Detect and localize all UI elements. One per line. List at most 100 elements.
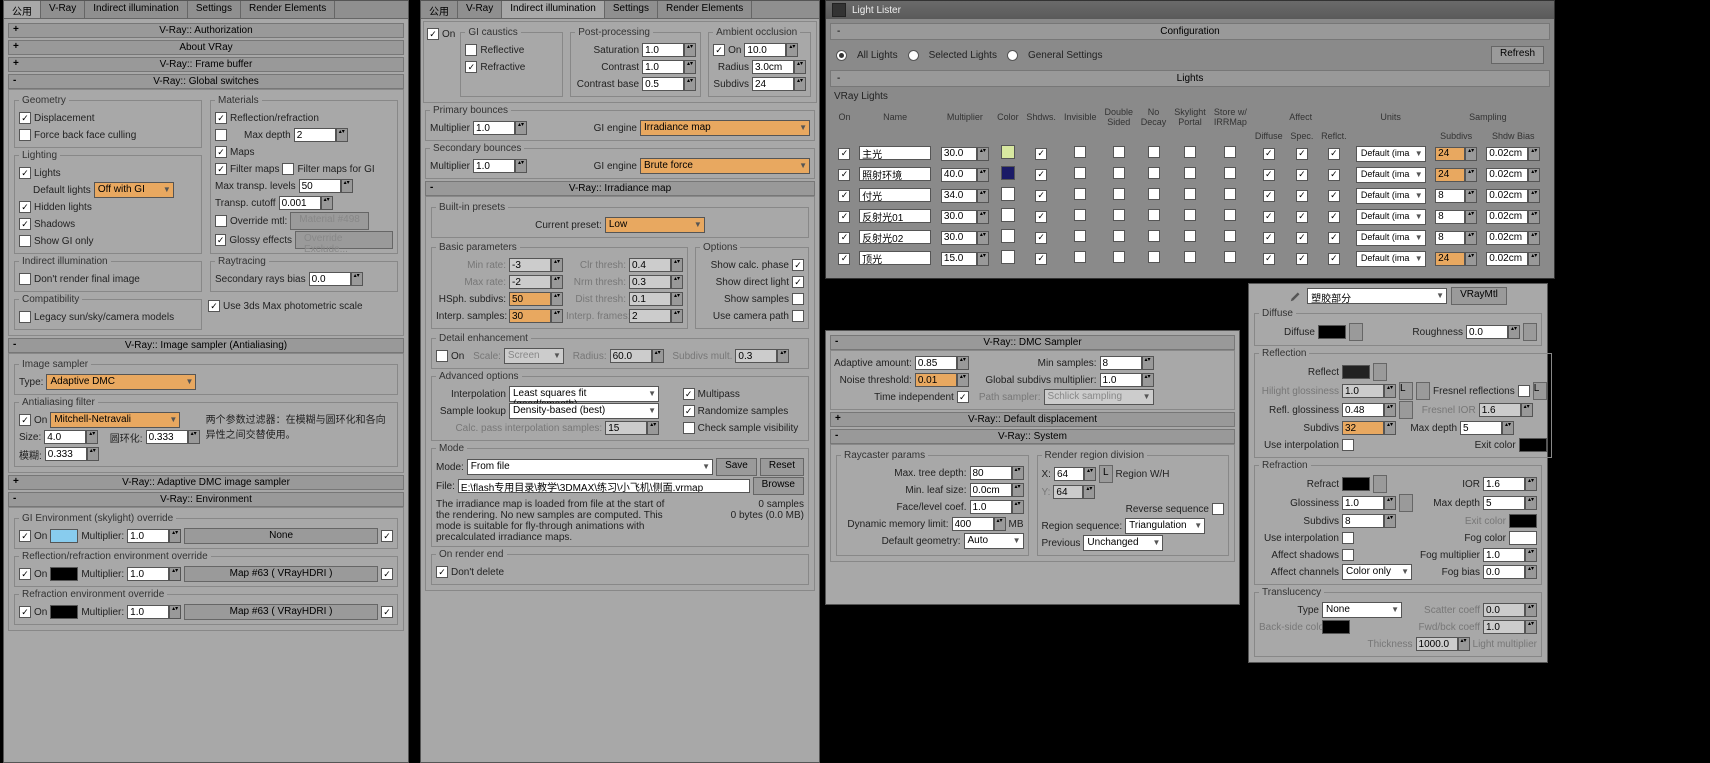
roll-about[interactable]: +About VRay (8, 40, 404, 55)
sw-light-color[interactable] (1001, 250, 1015, 264)
sw-diffuse[interactable] (1318, 325, 1346, 339)
dd-rseq[interactable]: Triangulation (1125, 518, 1205, 534)
roll-irr[interactable]: -V-Ray:: Irradiance map (425, 181, 815, 196)
chk-disp[interactable] (19, 112, 31, 124)
dd-units[interactable]: Default (ima (1356, 167, 1426, 183)
tab-common[interactable]: 公用 (4, 1, 41, 18)
chk-light-on[interactable] (838, 148, 850, 160)
radio-sel-lights[interactable] (908, 50, 919, 61)
roll-env[interactable]: -V-Ray:: Environment (8, 492, 404, 507)
chk-sdl[interactable] (792, 276, 804, 288)
chk-light-on[interactable] (838, 253, 850, 265)
chk-rfenv-map[interactable] (381, 606, 393, 618)
chk-scp[interactable] (792, 259, 804, 271)
in-light-name[interactable] (859, 230, 931, 244)
btn-gienv-map[interactable]: None (184, 528, 378, 544)
btn-reset[interactable]: Reset (760, 458, 804, 476)
dd-tltype[interactable]: None (1322, 602, 1402, 618)
in-blur[interactable] (45, 447, 87, 461)
chk-ti[interactable] (957, 391, 969, 403)
chk-gic-refr[interactable] (465, 61, 477, 73)
btn-refresh[interactable]: Refresh (1491, 46, 1544, 64)
dd-units[interactable]: Default (ima (1356, 188, 1426, 204)
dd-prev[interactable]: Unchanged (1083, 535, 1163, 551)
chk-fr[interactable] (1518, 385, 1530, 397)
chk-maps[interactable] (215, 146, 227, 158)
eyedropper-icon[interactable] (1289, 289, 1303, 303)
in-light-name[interactable] (859, 167, 931, 181)
roll-auth[interactable]: +V-Ray:: Authorization (8, 23, 404, 38)
chk-light-on[interactable] (838, 190, 850, 202)
sw-light-color[interactable] (1001, 208, 1015, 222)
chk-fmaps[interactable] (215, 163, 227, 175)
in-light-name[interactable] (859, 188, 931, 202)
dd-samplertype[interactable]: Adaptive DMC (46, 374, 196, 390)
btn-save[interactable]: Save (716, 458, 757, 476)
dd-units[interactable]: Default (ima (1356, 251, 1426, 267)
chk-fbfc[interactable] (19, 129, 31, 141)
chk-rfenv-on[interactable] (19, 606, 31, 618)
chk-ao-on[interactable] (713, 44, 725, 56)
chk-on[interactable] (427, 28, 439, 40)
in-rfenv-m[interactable] (127, 605, 169, 619)
chk-gienv-on[interactable] (19, 530, 31, 542)
btn-lock-hg[interactable]: L (1399, 382, 1413, 400)
chk-shadows[interactable] (19, 218, 31, 230)
sw-rfenv[interactable] (50, 605, 78, 619)
chk-light-on[interactable] (838, 169, 850, 181)
sw-ec[interactable] (1519, 438, 1547, 452)
btn-browse[interactable]: Browse (753, 477, 804, 495)
dd-units[interactable]: Default (ima (1356, 230, 1426, 246)
dd-gie2[interactable]: Brute force (640, 158, 810, 174)
chk-light-on[interactable] (838, 232, 850, 244)
roll-fb[interactable]: +V-Ray:: Frame buffer (8, 57, 404, 72)
chk-renv-on[interactable] (19, 568, 31, 580)
chk-reflrefr[interactable] (215, 112, 227, 124)
in-ring[interactable] (146, 430, 188, 444)
sw-light-color[interactable] (1001, 166, 1015, 180)
radio-all-lights[interactable] (836, 50, 847, 61)
dd-af[interactable]: Mitchell-Netravali (50, 412, 180, 428)
dd-units[interactable]: Default (ima (1356, 146, 1426, 162)
dd-gie1[interactable]: Irradiance map (640, 120, 810, 136)
btn-mattype[interactable]: VRayMtl (1451, 287, 1507, 305)
sw-light-color[interactable] (1001, 229, 1015, 243)
tab-settings[interactable]: Settings (188, 1, 241, 18)
chk-rev[interactable] (1212, 503, 1224, 515)
chk-om[interactable] (215, 215, 227, 227)
chk-mp[interactable] (683, 388, 695, 400)
in-light-name[interactable] (859, 146, 931, 160)
roll-gs[interactable]: -V-Ray:: Global switches (8, 74, 404, 89)
chk-ucp[interactable] (792, 310, 804, 322)
sw-refract[interactable] (1342, 477, 1370, 491)
roll-isamp[interactable]: -V-Ray:: Image sampler (Antialiasing) (8, 338, 404, 353)
dd-preset[interactable]: Low (605, 217, 705, 233)
chk-pscale[interactable] (208, 300, 220, 312)
btn-om[interactable]: Material #498 (290, 212, 369, 230)
chk-renv-map[interactable] (381, 568, 393, 580)
in-file[interactable] (458, 479, 750, 493)
in-tc[interactable] (279, 196, 321, 210)
chk-ui[interactable] (1342, 439, 1354, 451)
radio-gen-settings[interactable] (1007, 50, 1018, 61)
sw-fog[interactable] (1509, 531, 1537, 545)
tab-indirect[interactable]: Indirect illumination (85, 1, 188, 18)
tab-vray[interactable]: V-Ray (41, 1, 85, 18)
btn-rfenv-map[interactable]: Map #63 ( VRayHDRI ) (184, 604, 378, 620)
dd-dg[interactable]: Auto (964, 533, 1024, 549)
roll-lights[interactable]: -Lights (830, 70, 1550, 87)
chk-ss[interactable] (792, 293, 804, 305)
in-renv-m[interactable] (127, 567, 169, 581)
sw-gienv[interactable] (50, 529, 78, 543)
chk-light-on[interactable] (838, 211, 850, 223)
chk-de-on[interactable] (436, 350, 448, 362)
tab-re[interactable]: Render Elements (241, 1, 335, 18)
in-srb[interactable] (309, 272, 351, 286)
chk-lights[interactable] (19, 167, 31, 179)
chk-dnrfi[interactable] (19, 273, 31, 285)
chk-ge[interactable] (215, 234, 226, 246)
in-maxd[interactable] (294, 128, 336, 142)
roll-sys[interactable]: -V-Ray:: System (830, 429, 1235, 444)
in-mtl[interactable] (299, 179, 341, 193)
roll-cfg[interactable]: -Configuration (830, 23, 1550, 40)
